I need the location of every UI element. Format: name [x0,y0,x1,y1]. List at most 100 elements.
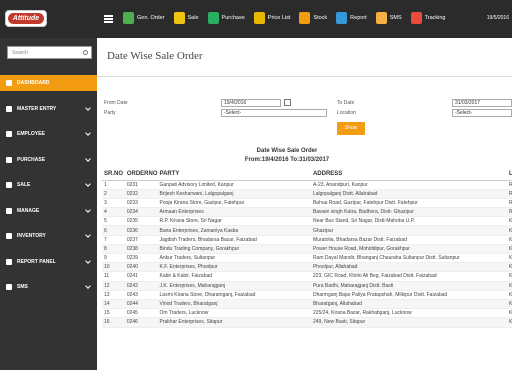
table-row[interactable]: 3 0233 Pooja Kirana Store, Gazipur, Fatehp… [102,198,512,209]
table-row[interactable]: 15 0245 Om Traders, Lucknow 225/24, Kirana … [102,308,512,319]
party-select[interactable]: -Select- [221,109,327,117]
table-row[interactable]: 8 0238 Bindu Trading Company, Gorakhpur Pow… [102,244,512,255]
table-cell: 0236 [124,225,158,236]
party-label: Party [104,110,116,116]
chevron-down-icon [85,257,91,264]
table-row[interactable]: 2 0232 Brijesh Kesharwani, Lalgopalganj Lal… [102,189,512,199]
table-row[interactable]: 9 0239 Ankur Traders, Sultanpur Ram Dayal M… [102,253,512,264]
chevron-down-icon [85,206,91,213]
table-cell: 0242 [124,281,158,291]
table-cell: Kabir & Kabir, Faizabad [157,271,311,282]
sidebar-item-inventory[interactable]: INVENTORY [0,228,97,244]
table-cell: 0231 [124,180,158,190]
user-icon [6,105,12,112]
from-date-input[interactable]: 19/4/2016 [221,99,281,107]
location-select[interactable]: -Select- [452,109,512,117]
table-cell: 15 [102,308,125,319]
sidebar-item-sale[interactable]: SALE [0,177,97,193]
current-date: 19/5/2016 [486,15,509,21]
to-date-label: To Date [337,100,355,106]
table-cell: Muratolia, Bhadarsa Bazar Distt. Faizaba… [310,235,507,245]
table-row[interactable]: 5 0235 R.P. Kirana Store, Sri Nagar Near Bu… [102,216,512,227]
menu-toggle-icon[interactable] [104,15,113,23]
sidebar: Search DASHBOARD MASTER ENTRY EMPLOYEE PURC… [0,38,97,370]
table-cell: Jagdish Traders, Bhadarsa Bazar, Faizaba… [157,235,311,245]
table-cell: Ganpati Advisory Limited, Kanpur [157,180,311,190]
table-cell: Raib [507,207,512,218]
column-header[interactable]: ORDERNO [124,168,158,181]
chevron-down-icon [85,104,91,111]
table-cell: Kang [507,225,512,236]
table-cell: Pura Badhi, Maharajganj Distt. Basti [310,281,507,291]
column-header[interactable]: PARTY [157,168,311,181]
column-header[interactable]: SR.NO [102,168,125,181]
sidebar-item-sms[interactable]: SMS [0,279,97,295]
table-cell: Kang [507,216,512,227]
table-cell: Kang [507,308,512,319]
title-divider [97,76,512,77]
sidebar-item-manage[interactable]: MANAGE [0,203,97,219]
table-row[interactable]: 11 0241 Kabir & Kabir, Faizabad 223, GIC Ro… [102,271,512,282]
to-date-input[interactable]: 31/03/2017 [452,99,512,107]
table-cell: Kang [507,253,512,264]
table-cell: 223, GIC Road, Khirki Ali Beg, Faizabad … [310,271,507,282]
from-date-label: From Date [104,100,128,106]
sidebar-item-purchase[interactable]: PURCHASE [0,152,97,168]
topnav-sms[interactable]: SMS [375,12,402,24]
location-label: Location [337,110,356,116]
calendar-icon[interactable] [284,99,291,106]
table-cell: 249, New Basti, Sitapur [310,317,507,328]
topnav-gen-order[interactable]: Gen. Order [123,12,165,24]
table-cell: Kang [507,299,512,310]
sidebar-search-input[interactable]: Search [7,46,92,59]
sidebar-item-employee[interactable]: EMPLOYEE [0,126,97,142]
table-cell: K.F. Enterprises, Phoolpur [157,262,311,273]
nav-label: Report [350,15,367,21]
sidebar-item-label: REPORT PANEL [17,258,56,265]
upload-icon [6,182,12,188]
table-cell: Kang [507,281,512,291]
topnav-stock[interactable]: Stock [299,12,327,24]
column-header[interactable]: LOC [507,168,512,181]
table-row[interactable]: 4 0234 Armaan Enterprises Bawani singh Katr… [102,207,512,218]
brand-logo[interactable]: Attitude [5,10,47,27]
table-cell: 9 [102,253,125,264]
table-cell: A-23, Anandpuri, Kanpur [310,180,507,190]
table-row[interactable]: 7 0237 Jagdish Traders, Bhadarsa Bazar, Fa… [102,235,512,245]
table-row[interactable]: 1 0231 Ganpati Advisory Limited, Kanpur A-2… [102,180,512,190]
topnav-tracking[interactable]: Tracking [410,12,446,24]
table-cell: 11 [102,271,125,282]
table-cell: Phoolpur, Allahabad [310,262,507,273]
search-icon[interactable] [83,50,88,55]
table-cell: Kang [507,235,512,245]
table-cell: 0234 [124,207,158,218]
page-title: Date Wise Sale Order [107,50,203,62]
table-row[interactable]: 13 0243 Laxmi Kirana Store, Dharamganj, Fa… [102,290,512,300]
table-cell: J.K. Enterprises, Maharajganj [157,281,311,291]
topnav-report[interactable]: Report [336,12,367,24]
topnav-purchase[interactable]: Purchase [207,12,245,24]
sidebar-item-dashboard[interactable]: DASHBOARD [0,75,97,91]
nav-icon [123,12,134,24]
table-row[interactable]: 12 0242 J.K. Enterprises, Maharajganj Pura … [102,281,512,291]
sidebar-item-report-panel[interactable]: REPORT PANEL [0,254,97,270]
sidebar-item-master-entry[interactable]: MASTER ENTRY [0,101,97,117]
table-cell: Vinod Traders, Bharatganj [157,299,311,310]
nav-label: Purchase [221,15,245,21]
sidebar-item-label: EMPLOYEE [17,131,45,137]
table-cell: 0243 [124,290,158,300]
topnav-sale[interactable]: Sale [173,12,199,24]
table-row[interactable]: 6 0236 Bana Enterprises, Zamaniya Kasba Gha… [102,225,512,236]
nav-icon [173,12,185,24]
column-header[interactable]: ADDRESS [310,168,507,181]
nav-icon [410,12,422,24]
table-row[interactable]: 10 0240 K.F. Enterprises, Phoolpur Phoolpur… [102,262,512,273]
table-row[interactable]: 16 0246 Prakhar Enterprises, Sitapur 249, N… [102,317,512,328]
table-cell: 0232 [124,189,158,199]
table-row[interactable]: 14 0244 Vinod Traders, Bharatganj Bharatgan… [102,299,512,310]
topnav-price-list[interactable]: Price List [253,12,290,24]
table-cell: 0233 [124,198,158,209]
table-cell: Dharmganj Bajar Paliya Pratapshah, Milki… [310,290,507,300]
sidebar-item-label: MASTER ENTRY [17,105,57,112]
show-button[interactable]: Show [337,122,365,135]
